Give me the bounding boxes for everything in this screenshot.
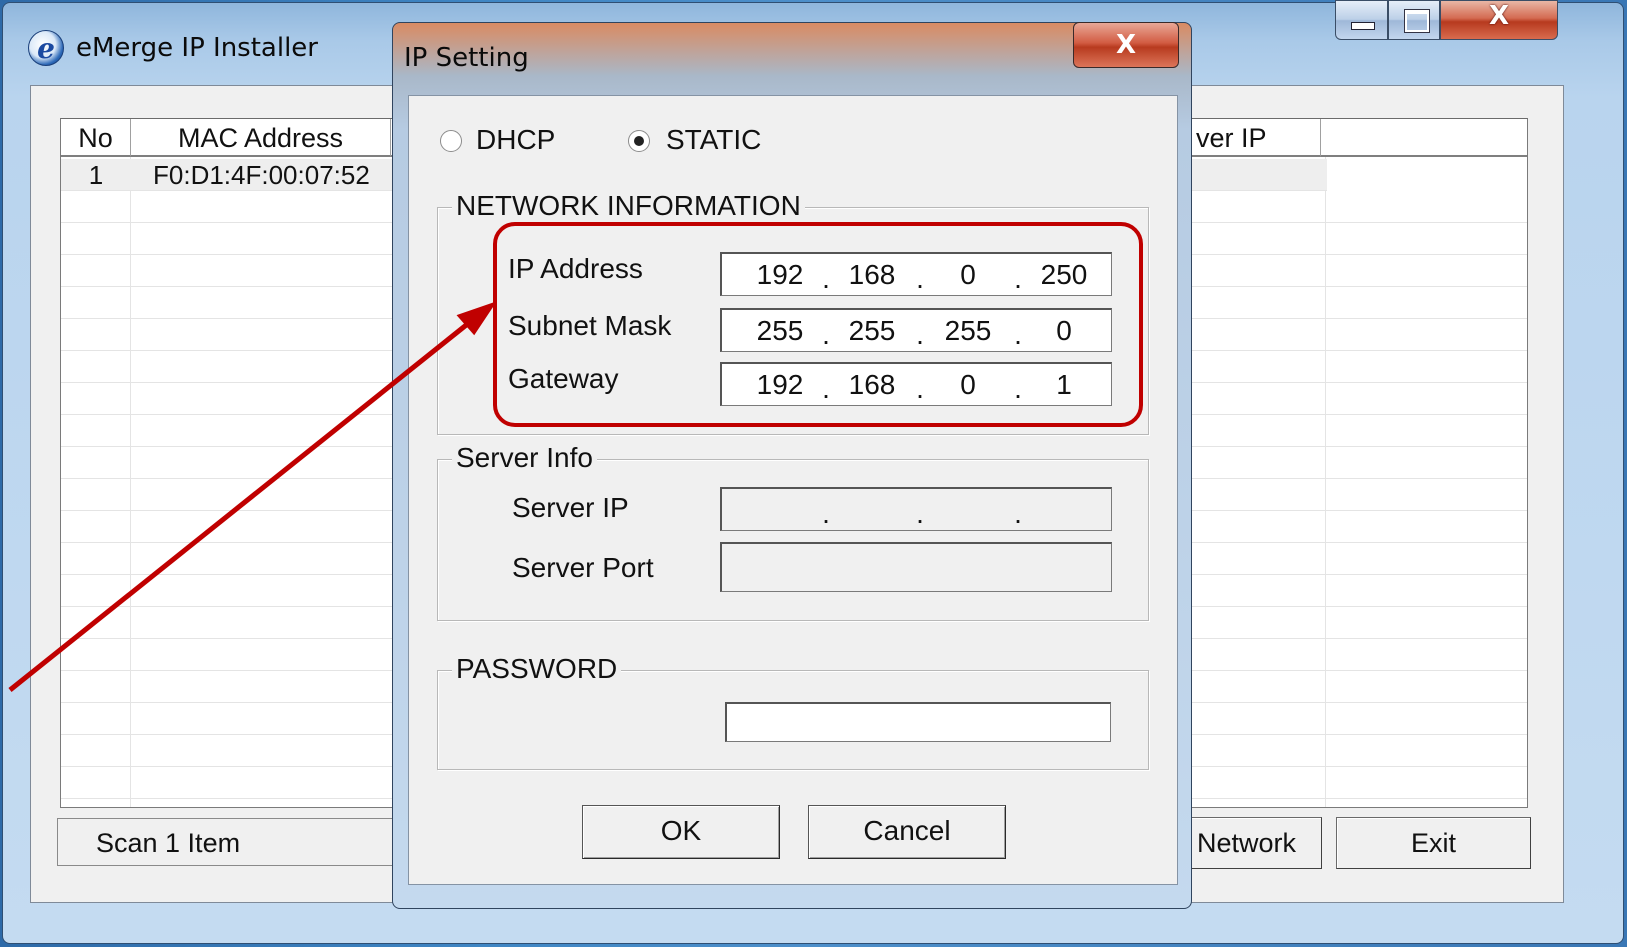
server-ip-dot: .: [822, 498, 830, 529]
close-icon: X: [1488, 1, 1510, 31]
e-logo-icon: e: [28, 30, 64, 66]
row-mac-cell: F0:D1:4F:00:07:52: [153, 160, 370, 190]
network-information-title: NETWORK INFORMATION: [452, 188, 805, 224]
server-port-field[interactable]: [720, 542, 1112, 592]
network-button[interactable]: Network: [1190, 817, 1322, 869]
server-ip-label: Server IP: [512, 492, 629, 523]
static-label: STATIC: [666, 124, 762, 155]
main-close-button[interactable]: X: [1440, 0, 1558, 40]
column-header-no[interactable]: No: [61, 119, 131, 157]
dialog-close-button[interactable]: X: [1073, 22, 1179, 68]
password-field[interactable]: [725, 702, 1111, 742]
dialog-title: IP Setting: [404, 43, 529, 73]
server-info-group: [437, 459, 1149, 621]
dhcp-radio[interactable]: [440, 130, 462, 152]
minimize-button[interactable]: [1335, 0, 1388, 40]
password-title: PASSWORD: [452, 651, 622, 687]
server-port-label: Server Port: [512, 552, 654, 583]
ok-button[interactable]: OK: [582, 805, 780, 859]
maximize-button[interactable]: [1388, 0, 1440, 40]
main-window-title: eMerge IP Installer: [76, 33, 318, 63]
dhcp-label: DHCP: [476, 124, 556, 155]
server-ip-dot: .: [1014, 498, 1022, 529]
column-header-mac[interactable]: MAC Address: [131, 119, 391, 157]
cancel-button[interactable]: Cancel: [808, 805, 1006, 859]
scan-status: Scan 1 Item: [57, 818, 397, 866]
highlight-rectangle: [493, 222, 1143, 427]
row-no-cell: 1: [88, 160, 104, 190]
server-ip-dot: .: [916, 498, 924, 529]
static-radio[interactable]: [628, 130, 650, 152]
maximize-icon: [1405, 10, 1429, 32]
exit-button[interactable]: Exit: [1336, 817, 1531, 869]
minimize-icon: [1351, 22, 1375, 30]
row-extra-cell: [1327, 159, 1527, 191]
server-info-title: Server Info: [452, 440, 597, 476]
column-header-extra[interactable]: [1321, 119, 1527, 157]
server-ip-field[interactable]: . . .: [720, 487, 1112, 531]
